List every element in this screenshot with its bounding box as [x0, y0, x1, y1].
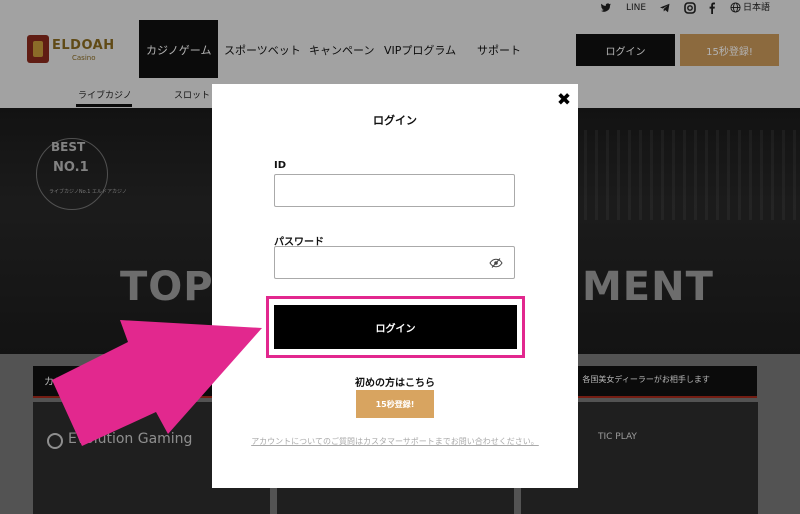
id-input[interactable] — [274, 174, 515, 207]
pointer-arrow-icon — [52, 320, 262, 446]
eye-slash-icon[interactable] — [489, 258, 503, 268]
register-button[interactable]: 15秒登録! — [356, 390, 434, 418]
id-label: ID — [274, 160, 287, 171]
login-button[interactable]: ログイン — [274, 305, 517, 349]
password-input[interactable] — [274, 246, 515, 279]
modal-title: ログイン — [373, 114, 417, 127]
close-icon[interactable]: ✖ — [556, 92, 572, 109]
